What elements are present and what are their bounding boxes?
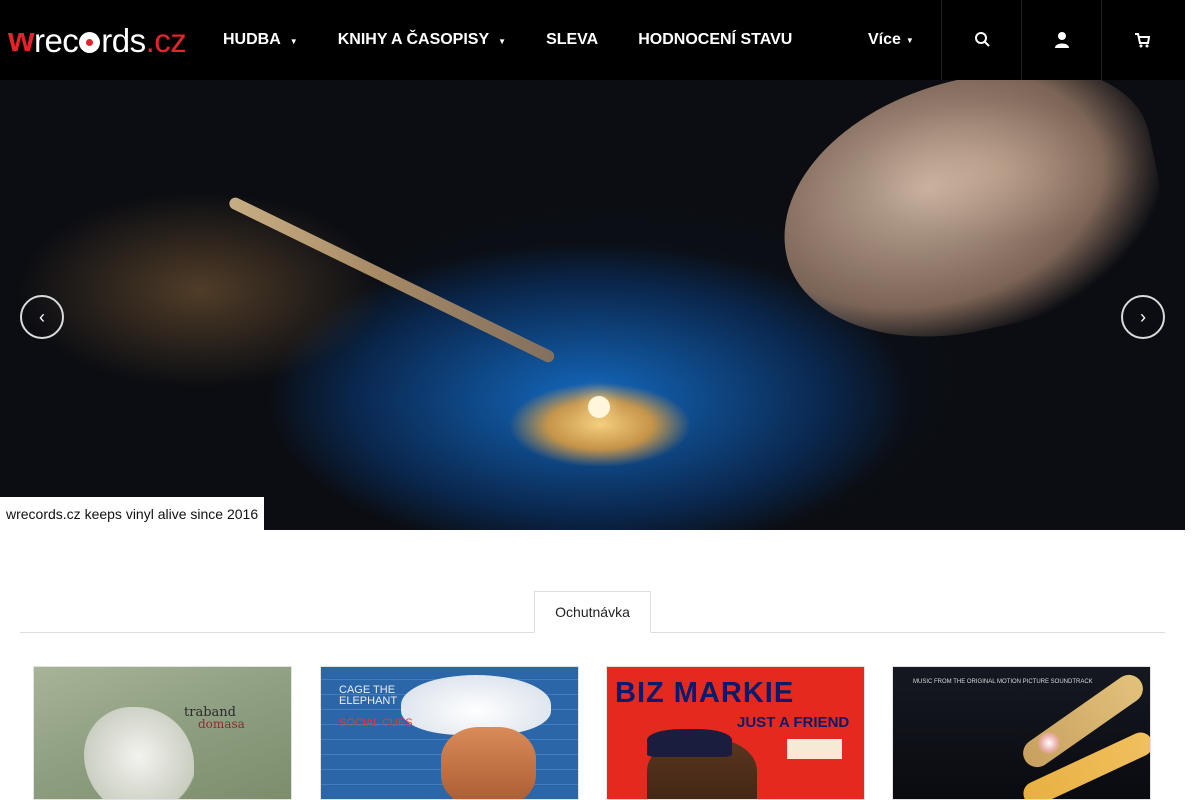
slider-prev-button[interactable]: ‹ bbox=[20, 295, 64, 339]
cover-text: MUSIC FROM THE ORIGINAL MOTION PICTURE S… bbox=[913, 679, 1093, 685]
nav-item-sleva[interactable]: SLEVA bbox=[546, 31, 598, 49]
chevron-down-icon: ▼ bbox=[905, 35, 914, 45]
search-button[interactable] bbox=[941, 0, 1021, 80]
cover-text: JUST A FRIEND bbox=[737, 714, 850, 731]
vinyl-disc-icon bbox=[79, 31, 101, 53]
more-label: Více bbox=[868, 31, 901, 48]
nav-item-knihy[interactable]: KNIHY A ČASOPISY ▼ bbox=[338, 31, 506, 49]
nav-item-label: HUDBA bbox=[223, 31, 281, 48]
album-cover-art bbox=[84, 707, 194, 799]
chevron-down-icon: ▼ bbox=[289, 36, 298, 46]
cover-text: domasa bbox=[198, 717, 245, 731]
product-card[interactable]: BIZ MARKIE JUST A FRIEND bbox=[606, 666, 865, 800]
user-button[interactable] bbox=[1021, 0, 1101, 80]
nav-item-hudba[interactable]: HUDBA ▼ bbox=[223, 31, 298, 49]
user-icon bbox=[1054, 32, 1069, 48]
logo-rds: rds bbox=[101, 21, 146, 59]
product-card[interactable]: traband domasa bbox=[33, 666, 292, 800]
main-nav: HUDBA ▼ KNIHY A ČASOPISY ▼ SLEVA HODNOCE… bbox=[223, 0, 832, 80]
album-cover-art bbox=[401, 675, 551, 735]
cover-text: BIZ MARKIE bbox=[615, 677, 795, 709]
nav-item-label: KNIHY A ČASOPISY bbox=[337, 31, 490, 48]
hero-slider: ‹ › wrecords.cz keeps vinyl alive since … bbox=[0, 80, 1185, 530]
logo-rec: rec bbox=[33, 21, 79, 59]
hero-caption: wrecords.cz keeps vinyl alive since 2016 bbox=[0, 497, 265, 530]
slider-next-button[interactable]: › bbox=[1121, 295, 1165, 339]
cart-icon bbox=[1134, 33, 1150, 48]
album-cover-art bbox=[647, 729, 732, 757]
chevron-down-icon: ▼ bbox=[498, 36, 507, 46]
nav-item-hodnoceni[interactable]: HODNOCENÍ STAVU bbox=[638, 31, 792, 49]
chevron-left-icon: ‹ bbox=[39, 307, 45, 327]
nav-item-label: SLEVA bbox=[546, 31, 599, 48]
album-cover-art bbox=[441, 727, 536, 799]
product-card[interactable]: MUSIC FROM THE ORIGINAL MOTION PICTURE S… bbox=[892, 666, 1151, 800]
tab-ochutnavka[interactable]: Ochutnávka bbox=[534, 591, 651, 633]
site-logo[interactable]: w rec rds .cz bbox=[8, 21, 187, 59]
album-cover-art bbox=[1038, 732, 1060, 754]
cover-text: SOCIAL CUES bbox=[339, 717, 413, 729]
product-card[interactable]: CAGE THE ELEPHANT SOCIAL CUES bbox=[320, 666, 579, 800]
more-menu-button[interactable]: Více ▼ bbox=[868, 0, 914, 80]
cover-sticker bbox=[787, 739, 842, 759]
turntable-spindle-graphic bbox=[588, 396, 610, 418]
logo-w: w bbox=[8, 21, 34, 59]
cover-text: CAGE THE ELEPHANT bbox=[339, 684, 398, 707]
search-icon bbox=[974, 32, 990, 47]
logo-cz: .cz bbox=[145, 21, 187, 59]
chevron-right-icon: › bbox=[1140, 307, 1146, 327]
site-header: w rec rds .cz HUDBA ▼ KNIHY A ČASOPISY ▼… bbox=[0, 0, 1185, 80]
nav-item-label: HODNOCENÍ STAVU bbox=[638, 31, 793, 48]
cart-button[interactable] bbox=[1101, 0, 1181, 80]
